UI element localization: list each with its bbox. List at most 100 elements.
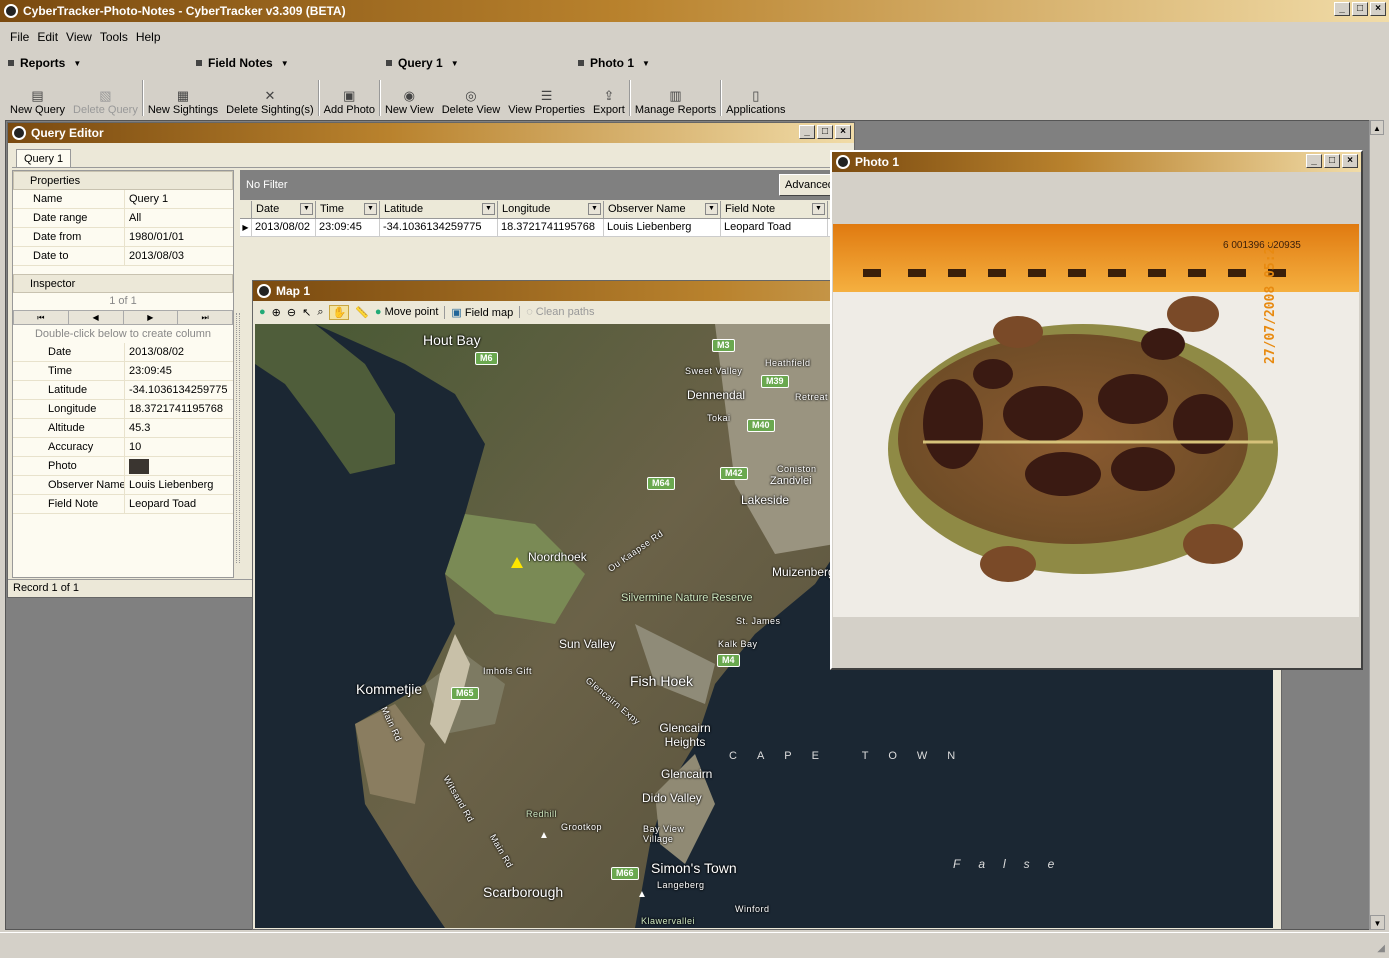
new-view-button[interactable]: ◉ New View bbox=[381, 80, 438, 116]
delete-sightings-button[interactable]: ✕ Delete Sighting(s) bbox=[222, 80, 317, 116]
add-photo-button[interactable]: ▣ Add Photo bbox=[320, 80, 379, 116]
map-label: CAPE TOWN bbox=[729, 750, 976, 762]
status-bar: Record 1 of 1 bbox=[8, 579, 252, 597]
inspector-row[interactable]: Field Note Leopard Toad bbox=[13, 494, 233, 514]
menu-help[interactable]: Help bbox=[136, 30, 161, 44]
section-reports[interactable]: Reports ▼ bbox=[8, 56, 81, 70]
pan-hand-icon[interactable]: ✋ bbox=[329, 304, 350, 320]
manage-reports-button[interactable]: ▥ Manage Reports bbox=[631, 80, 720, 116]
splitter[interactable] bbox=[236, 313, 240, 563]
view-properties-button[interactable]: ☰ View Properties bbox=[504, 80, 589, 116]
map-label: Simon's Town bbox=[651, 860, 737, 876]
maximize-button[interactable]: □ bbox=[1352, 2, 1368, 16]
map-label: Winford bbox=[735, 904, 770, 914]
photo-close-button[interactable]: × bbox=[1342, 154, 1358, 168]
inspector-row[interactable]: Altitude 45.3 bbox=[13, 418, 233, 438]
road-shield: M65 bbox=[451, 687, 479, 700]
map-title: Map 1 bbox=[276, 284, 311, 298]
property-row[interactable]: Date to 2013/08/03 bbox=[13, 246, 233, 266]
delete-view-button[interactable]: ◎ Delete View bbox=[438, 80, 505, 116]
photo-minimize-button[interactable]: _ bbox=[1306, 154, 1322, 168]
tab-query-1[interactable]: Query 1 bbox=[16, 149, 72, 168]
move-point-icon: ● bbox=[374, 306, 382, 318]
applications-button[interactable]: ▯ Applications bbox=[722, 80, 789, 116]
photo-image: 6 001396 020935 27/07/2008 05:24 bbox=[833, 224, 1359, 617]
section-photo-1[interactable]: Photo 1 ▼ bbox=[578, 56, 650, 70]
menu-file[interactable]: File bbox=[10, 30, 29, 44]
section-field-notes[interactable]: Field Notes ▼ bbox=[196, 56, 289, 70]
section-query-1[interactable]: Query 1 ▼ bbox=[386, 56, 459, 70]
resize-grip-icon[interactable]: ◢ bbox=[1377, 943, 1385, 954]
sighting-marker-icon[interactable] bbox=[511, 557, 523, 568]
inspector-row[interactable]: Photo bbox=[13, 456, 233, 476]
first-record-icon[interactable]: ⏮ bbox=[14, 311, 69, 324]
inspector-row[interactable]: Time 23:09:45 bbox=[13, 361, 233, 381]
map-label: Imhofs Gift bbox=[483, 666, 533, 676]
map-label: Kalk Bay bbox=[718, 639, 758, 649]
photo-titlebar: Photo 1 _ □ × bbox=[832, 152, 1361, 172]
mountain-icon: ▲ bbox=[637, 889, 647, 900]
inspector-row[interactable]: Accuracy 10 bbox=[13, 437, 233, 457]
toolbar: ▤ New Query ▧ Delete Query ▦ New Sightings … bbox=[6, 78, 790, 116]
property-row[interactable]: Name Query 1 bbox=[13, 189, 233, 209]
clean-paths-button[interactable]: ◌ Clean paths bbox=[519, 306, 595, 318]
qe-minimize-button[interactable]: _ bbox=[799, 125, 815, 139]
new-sightings-icon: ▦ bbox=[176, 88, 190, 103]
zoom-box-icon[interactable]: ⌕ bbox=[317, 306, 323, 319]
map-label: Redhill bbox=[526, 809, 558, 819]
field-map-icon: ▣ bbox=[451, 306, 462, 319]
inspector-row[interactable]: Observer Name Louis Liebenberg bbox=[13, 475, 233, 495]
column-header[interactable]: Longitude ▼ bbox=[498, 201, 604, 218]
menu-tools[interactable]: Tools bbox=[100, 30, 128, 44]
new-sightings-button[interactable]: ▦ New Sightings bbox=[144, 80, 222, 116]
ruler-icon[interactable]: 📏 bbox=[355, 306, 369, 319]
export-button[interactable]: ⇪ Export bbox=[589, 80, 629, 116]
filter-text: No Filter bbox=[246, 179, 288, 191]
delete-query-button[interactable]: ▧ Delete Query bbox=[69, 80, 142, 116]
window-icon bbox=[12, 126, 26, 140]
inspector-row[interactable]: Date 2013/08/02 bbox=[13, 342, 233, 362]
properties-icon: ☰ bbox=[540, 88, 553, 103]
map-label: Lakeside bbox=[741, 493, 790, 507]
column-dropdown-icon: ▼ bbox=[482, 203, 495, 215]
road-shield: M3 bbox=[712, 339, 735, 352]
inspector-row[interactable]: Latitude -34.1036134259775 bbox=[13, 380, 233, 400]
column-header[interactable]: Field Note ▼ bbox=[721, 201, 828, 218]
scroll-up-icon[interactable]: ▲ bbox=[1370, 120, 1384, 135]
menu-view[interactable]: View bbox=[66, 30, 92, 44]
minimize-button[interactable]: _ bbox=[1334, 2, 1350, 16]
column-header[interactable]: Time ▼ bbox=[316, 201, 380, 218]
column-header[interactable]: Observer Name ▼ bbox=[604, 201, 721, 218]
new-query-button[interactable]: ▤ New Query bbox=[6, 80, 69, 116]
table-row[interactable]: ▶ 2013/08/02 23:09:45 -34.1036134259775 … bbox=[240, 219, 852, 237]
window-icon bbox=[836, 155, 850, 169]
property-row[interactable]: Date from 1980/01/01 bbox=[13, 227, 233, 247]
road-shield: M39 bbox=[761, 375, 789, 388]
move-point-button[interactable]: ● Move point bbox=[375, 306, 439, 318]
photo-thumbnail[interactable] bbox=[129, 458, 149, 474]
next-record-icon[interactable]: ▶ bbox=[124, 311, 179, 324]
inspector-row[interactable]: Longitude 18.3721741195768 bbox=[13, 399, 233, 419]
qe-maximize-button[interactable]: □ bbox=[817, 125, 833, 139]
qe-close-button[interactable]: × bbox=[835, 125, 851, 139]
zoom-out-icon[interactable]: ⊖ bbox=[287, 306, 296, 319]
property-row[interactable]: Date range All bbox=[13, 208, 233, 228]
prev-record-icon[interactable]: ◀ bbox=[69, 311, 124, 324]
map-label: Dido Valley bbox=[642, 791, 702, 805]
photo-maximize-button[interactable]: □ bbox=[1324, 154, 1340, 168]
scroll-down-icon[interactable]: ▼ bbox=[1370, 915, 1385, 930]
query-editor-title: Query Editor bbox=[31, 126, 104, 140]
close-button[interactable]: × bbox=[1370, 2, 1386, 16]
menu-edit[interactable]: Edit bbox=[37, 30, 58, 44]
road-shield: M6 bbox=[475, 352, 498, 365]
pointer-icon[interactable]: ↖ bbox=[302, 306, 311, 319]
field-map-button[interactable]: ▣ Field map bbox=[444, 305, 513, 319]
globe-icon[interactable]: ● bbox=[259, 306, 266, 318]
column-header[interactable]: Latitude ▼ bbox=[380, 201, 498, 218]
zoom-in-icon[interactable]: ⊕ bbox=[272, 306, 281, 319]
inspector-header: Inspector bbox=[13, 274, 233, 293]
column-header[interactable]: Date ▼ bbox=[252, 201, 316, 218]
mdi-scrollbar[interactable]: ▲ ▼ bbox=[1369, 120, 1385, 930]
last-record-icon[interactable]: ⏭ bbox=[178, 311, 232, 324]
toad-photo bbox=[833, 224, 1359, 617]
